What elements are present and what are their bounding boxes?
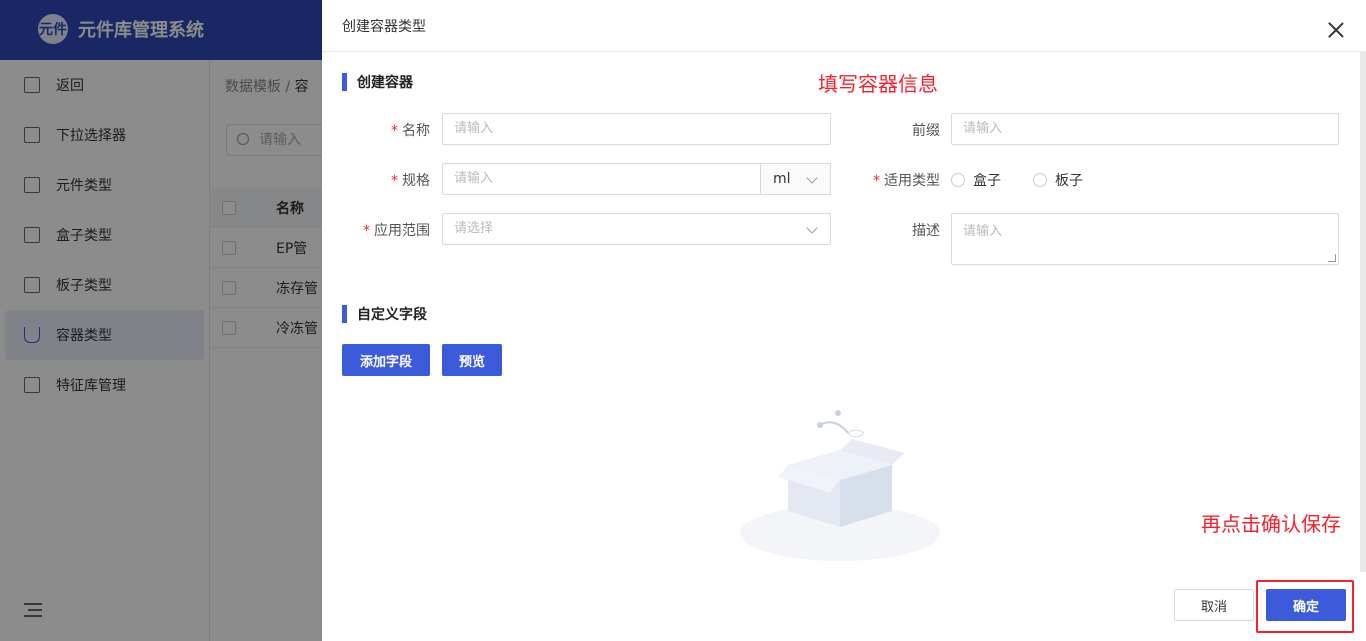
scope-label: * 应用范围 <box>342 220 430 240</box>
radio-circle-icon <box>951 173 965 187</box>
desc-placeholder: 请输入 <box>963 224 1003 239</box>
spec-unit-value: ml <box>773 171 791 187</box>
desc-label-text: 描述 <box>912 223 940 239</box>
prefix-input[interactable]: 请输入 <box>951 113 1339 145</box>
spec-label-text: 规格 <box>402 173 430 189</box>
description-textarea[interactable]: 请输入 <box>951 213 1339 265</box>
spec-label: * 规格 <box>342 170 430 190</box>
type-label-text: 适用类型 <box>884 173 940 189</box>
section-title-text: 创建容器 <box>357 75 413 91</box>
chevron-down-icon <box>806 172 818 184</box>
name-label: * 名称 <box>342 120 430 140</box>
radio-circle-icon <box>1033 173 1047 187</box>
scope-select[interactable]: 请选择 <box>442 213 831 245</box>
create-container-drawer: 创建容器类型 创建容器 填写容器信息 * 名称 请输入 前缀 请输入 * 规格 请输… <box>322 0 1366 641</box>
annotation-confirm-save: 再点击确认保存 <box>1201 512 1341 536</box>
required-mark: * <box>391 173 398 189</box>
name-input[interactable]: 请输入 <box>442 113 831 145</box>
scope-placeholder: 请选择 <box>454 221 494 236</box>
spec-unit-select[interactable]: ml <box>760 163 831 195</box>
empty-box-icon <box>740 410 940 561</box>
prefix-label-text: 前缀 <box>912 123 940 139</box>
cancel-button[interactable]: 取消 <box>1174 589 1254 621</box>
radio-plate[interactable]: 板子 <box>1033 170 1083 190</box>
preview-button[interactable]: 预览 <box>442 344 502 376</box>
section-bar <box>342 305 347 323</box>
close-icon[interactable] <box>1328 22 1344 38</box>
type-label: * 适用类型 <box>852 170 940 190</box>
drawer-title: 创建容器类型 <box>342 18 426 35</box>
required-mark: * <box>363 223 370 239</box>
confirm-button[interactable]: 确定 <box>1266 589 1346 621</box>
spec-input[interactable]: 请输入 <box>442 163 762 195</box>
section-title-text: 自定义字段 <box>357 307 427 323</box>
desc-label: 描述 <box>852 220 940 240</box>
scrollbar[interactable] <box>1360 52 1366 572</box>
section-bar <box>342 73 347 91</box>
name-label-text: 名称 <box>402 123 430 139</box>
required-mark: * <box>873 173 880 189</box>
section-create-container: 创建容器 <box>342 72 413 92</box>
scope-label-text: 应用范围 <box>374 223 430 239</box>
radio-label: 板子 <box>1055 173 1083 189</box>
section-custom-fields: 自定义字段 <box>342 304 427 324</box>
drawer-header: 创建容器类型 <box>322 0 1366 52</box>
prefix-label: 前缀 <box>852 120 940 140</box>
add-field-button[interactable]: 添加字段 <box>342 344 430 376</box>
chevron-down-icon <box>806 222 818 234</box>
resize-handle-icon[interactable] <box>1328 254 1336 262</box>
required-mark: * <box>391 123 398 139</box>
radio-box[interactable]: 盒子 <box>951 170 1001 190</box>
radio-label: 盒子 <box>973 173 1001 189</box>
annotation-fill-info: 填写容器信息 <box>818 72 938 96</box>
